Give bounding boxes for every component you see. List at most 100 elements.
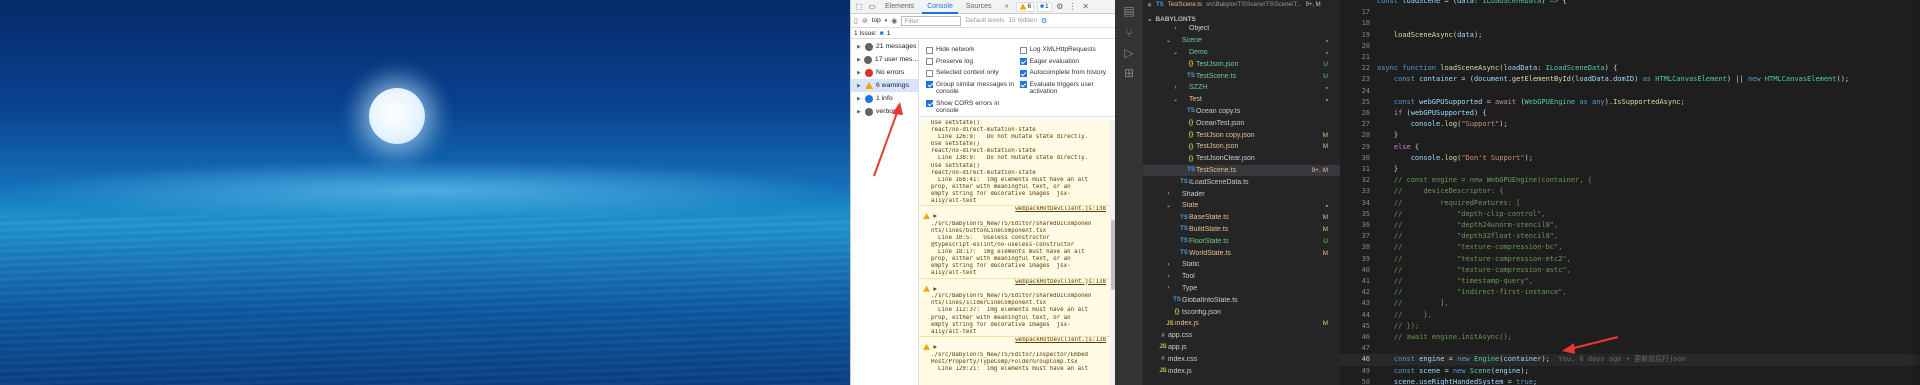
tree-folder[interactable]: › SZZH ● bbox=[1143, 82, 1340, 94]
code-line[interactable]: 17 bbox=[1340, 7, 1920, 19]
code-line[interactable]: 36 // "depth24unorm-stencil8", bbox=[1340, 220, 1920, 232]
info-count-badge[interactable]: ■ 1 bbox=[1037, 1, 1052, 12]
code-line[interactable]: 38 // "texture-compression-bc", bbox=[1340, 242, 1920, 254]
tree-file[interactable]: TS TestScene.ts U bbox=[1143, 70, 1340, 82]
tree-file[interactable]: JS index.js bbox=[1143, 365, 1340, 377]
sidebar-toggle-icon[interactable]: ▯ bbox=[854, 17, 858, 25]
console-setting[interactable]: Autocomplete from history bbox=[1019, 69, 1114, 77]
expand-triangle-icon[interactable]: ▶ bbox=[930, 344, 937, 350]
warning-count-badge[interactable]: 6 bbox=[1016, 1, 1035, 12]
console-settings-icon[interactable]: ⚙ bbox=[1041, 17, 1047, 25]
tree-file[interactable]: TS TestScene.ts 9+, M bbox=[1143, 164, 1340, 177]
tree-file[interactable]: {} TestJson.json M bbox=[1143, 141, 1340, 153]
tree-file[interactable]: {} TestJson copy.json M bbox=[1143, 129, 1340, 141]
code-line[interactable]: 26 if (webGPUSupported) { bbox=[1340, 108, 1920, 120]
code-line[interactable]: 34 // requiredFeatures: [ bbox=[1340, 198, 1920, 210]
code-line[interactable]: 46 const engine = new Engine(container);… bbox=[1340, 354, 1920, 367]
tree-file[interactable]: {} TestJson.json U bbox=[1143, 58, 1340, 70]
checkbox[interactable] bbox=[1019, 46, 1027, 54]
code-line[interactable]: 33 // deviceDescriptor: { bbox=[1340, 186, 1920, 198]
kebab-menu-icon[interactable]: ⋮ bbox=[1068, 2, 1078, 12]
tree-folder[interactable]: ⌄ Test ● bbox=[1143, 94, 1340, 106]
files-icon[interactable]: ▤ bbox=[1122, 4, 1136, 18]
console-setting[interactable]: Evaluate triggers user activation bbox=[1019, 81, 1114, 96]
tree-file[interactable]: JS app.js bbox=[1143, 342, 1340, 354]
checkbox[interactable] bbox=[926, 46, 933, 54]
tab-sources[interactable]: Sources bbox=[961, 0, 997, 14]
tab-console[interactable]: Console bbox=[922, 0, 958, 14]
device-toggle-icon[interactable]: ▭ bbox=[867, 2, 877, 12]
tree-file[interactable]: TS WorldState.ts M bbox=[1143, 247, 1340, 259]
code-line[interactable]: 23 const container = (document.getElemen… bbox=[1340, 74, 1920, 86]
tree-folder[interactable]: ⌄ State ● bbox=[1143, 200, 1340, 212]
tree-folder[interactable]: › Tool bbox=[1143, 271, 1340, 283]
console-setting[interactable]: Hide network bbox=[926, 46, 1020, 54]
console-setting[interactable]: Show CORS errors in console bbox=[926, 100, 1020, 115]
code-line[interactable]: 28 } bbox=[1340, 130, 1920, 142]
code-line[interactable]: 32 // const engine = new WebGPUEngine(co… bbox=[1340, 175, 1920, 187]
tree-file[interactable]: TS ILoadSceneData.ts bbox=[1143, 176, 1340, 188]
tree-file[interactable]: TS GlobalInfoState.ts bbox=[1143, 294, 1340, 306]
code-line[interactable]: 44 // }, bbox=[1340, 310, 1920, 322]
checkbox[interactable] bbox=[1019, 81, 1027, 88]
code-line[interactable]: 41 // "timestamp-query", bbox=[1340, 276, 1920, 288]
open-editor-tab[interactable]: TestScene.ts bbox=[1168, 2, 1202, 8]
console-setting[interactable]: Log XMLHttpRequests bbox=[1019, 46, 1114, 54]
expand-triangle-icon[interactable]: ▶ bbox=[930, 286, 937, 292]
tree-folder[interactable]: ⌄ Demo ● bbox=[1143, 47, 1340, 59]
tree-file[interactable]: {} tsconfig.json bbox=[1143, 306, 1340, 318]
code-line[interactable]: 37 // "depth32float-stencil8", bbox=[1340, 231, 1920, 243]
clear-console-icon[interactable]: ⊘ bbox=[862, 17, 868, 25]
code-line[interactable]: 46 // await engine.initAsync(); bbox=[1340, 332, 1920, 344]
tree-file[interactable]: TS FloorState.ts U bbox=[1143, 235, 1340, 247]
gear-icon[interactable]: ⚙ bbox=[1055, 2, 1065, 12]
tree-file[interactable]: {} OceanTest.json bbox=[1143, 117, 1340, 129]
more-tabs-button[interactable]: » bbox=[1000, 0, 1014, 14]
code-area[interactable]: const loadScene = (data: ILoadSceneData)… bbox=[1340, 0, 1920, 385]
checkbox[interactable] bbox=[1019, 58, 1027, 65]
tree-folder[interactable]: › Static bbox=[1143, 259, 1340, 271]
tree-folder[interactable]: › Type bbox=[1143, 283, 1340, 295]
tree-file[interactable]: TS BuildState.ts M bbox=[1143, 224, 1340, 236]
code-line[interactable]: 47 bbox=[1340, 343, 1920, 355]
eye-icon[interactable]: ◉ bbox=[891, 17, 897, 25]
checkbox[interactable] bbox=[926, 100, 933, 107]
babylon-scene-canvas[interactable] bbox=[0, 0, 850, 385]
code-line[interactable]: 39 // "texture-compression-etc2", bbox=[1340, 254, 1920, 266]
close-icon[interactable]: ✕ bbox=[1081, 2, 1091, 12]
tree-folder[interactable]: ⌄ Scene ● bbox=[1143, 35, 1340, 47]
run-debug-icon[interactable]: ▷ bbox=[1122, 46, 1136, 60]
console-setting[interactable]: Eager evaluation bbox=[1019, 58, 1114, 65]
code-line[interactable]: 24 bbox=[1340, 86, 1920, 98]
code-line[interactable]: 29 else { bbox=[1340, 142, 1920, 154]
filter-input[interactable]: Filter bbox=[901, 15, 962, 26]
code-line[interactable]: 27 console.log("Support"); bbox=[1340, 119, 1920, 131]
code-line[interactable]: 45 // }); bbox=[1340, 321, 1920, 333]
console-setting[interactable]: Preserve log bbox=[926, 58, 1020, 65]
checkbox[interactable] bbox=[926, 69, 933, 77]
tree-file[interactable]: # index.css bbox=[1143, 353, 1340, 365]
tree-file[interactable]: TS Ocean copy.ts bbox=[1143, 106, 1340, 118]
tree-file[interactable]: # app.css bbox=[1143, 330, 1340, 342]
tab-elements[interactable]: Elements bbox=[880, 0, 919, 14]
source-link[interactable]: webpackHotDevClient.js:138 bbox=[919, 205, 1116, 213]
code-line[interactable]: 20 bbox=[1340, 41, 1920, 53]
tree-file[interactable]: {} TestJsonClear.json bbox=[1143, 153, 1340, 165]
console-filter-error[interactable]: ▶ No errors bbox=[851, 66, 918, 79]
code-line[interactable]: 40 // "texture-compression-astc", bbox=[1340, 265, 1920, 277]
code-line[interactable]: 35 // "depth-clip-control", bbox=[1340, 209, 1920, 221]
console-setting[interactable]: Group similar messages in console bbox=[926, 81, 1020, 96]
source-link[interactable]: webpackHotDevClient.js:138 bbox=[919, 277, 1116, 286]
console-filter-info[interactable]: ▶ 1 info bbox=[851, 92, 918, 105]
log-levels-dropdown[interactable]: Default levels bbox=[965, 17, 1004, 24]
source-control-icon[interactable]: ⑂ bbox=[1122, 26, 1136, 40]
code-line[interactable]: 19 loadSceneAsync(data); bbox=[1340, 30, 1920, 42]
code-line[interactable]: 49 const scene = new Scene(engine); bbox=[1340, 366, 1920, 378]
checkbox[interactable] bbox=[926, 58, 933, 65]
code-line[interactable]: 31 } bbox=[1340, 164, 1920, 176]
tree-file[interactable]: TS BaseState.ts M bbox=[1143, 212, 1340, 224]
code-editor[interactable]: const loadScene = (data: ILoadSceneData)… bbox=[1340, 0, 1920, 385]
console-filter-user[interactable]: ▶ 17 user mes... bbox=[851, 53, 918, 66]
tree-file[interactable]: JS index.js M bbox=[1143, 318, 1340, 330]
code-line[interactable]: 42 // "indirect-first-instance", bbox=[1340, 287, 1920, 299]
